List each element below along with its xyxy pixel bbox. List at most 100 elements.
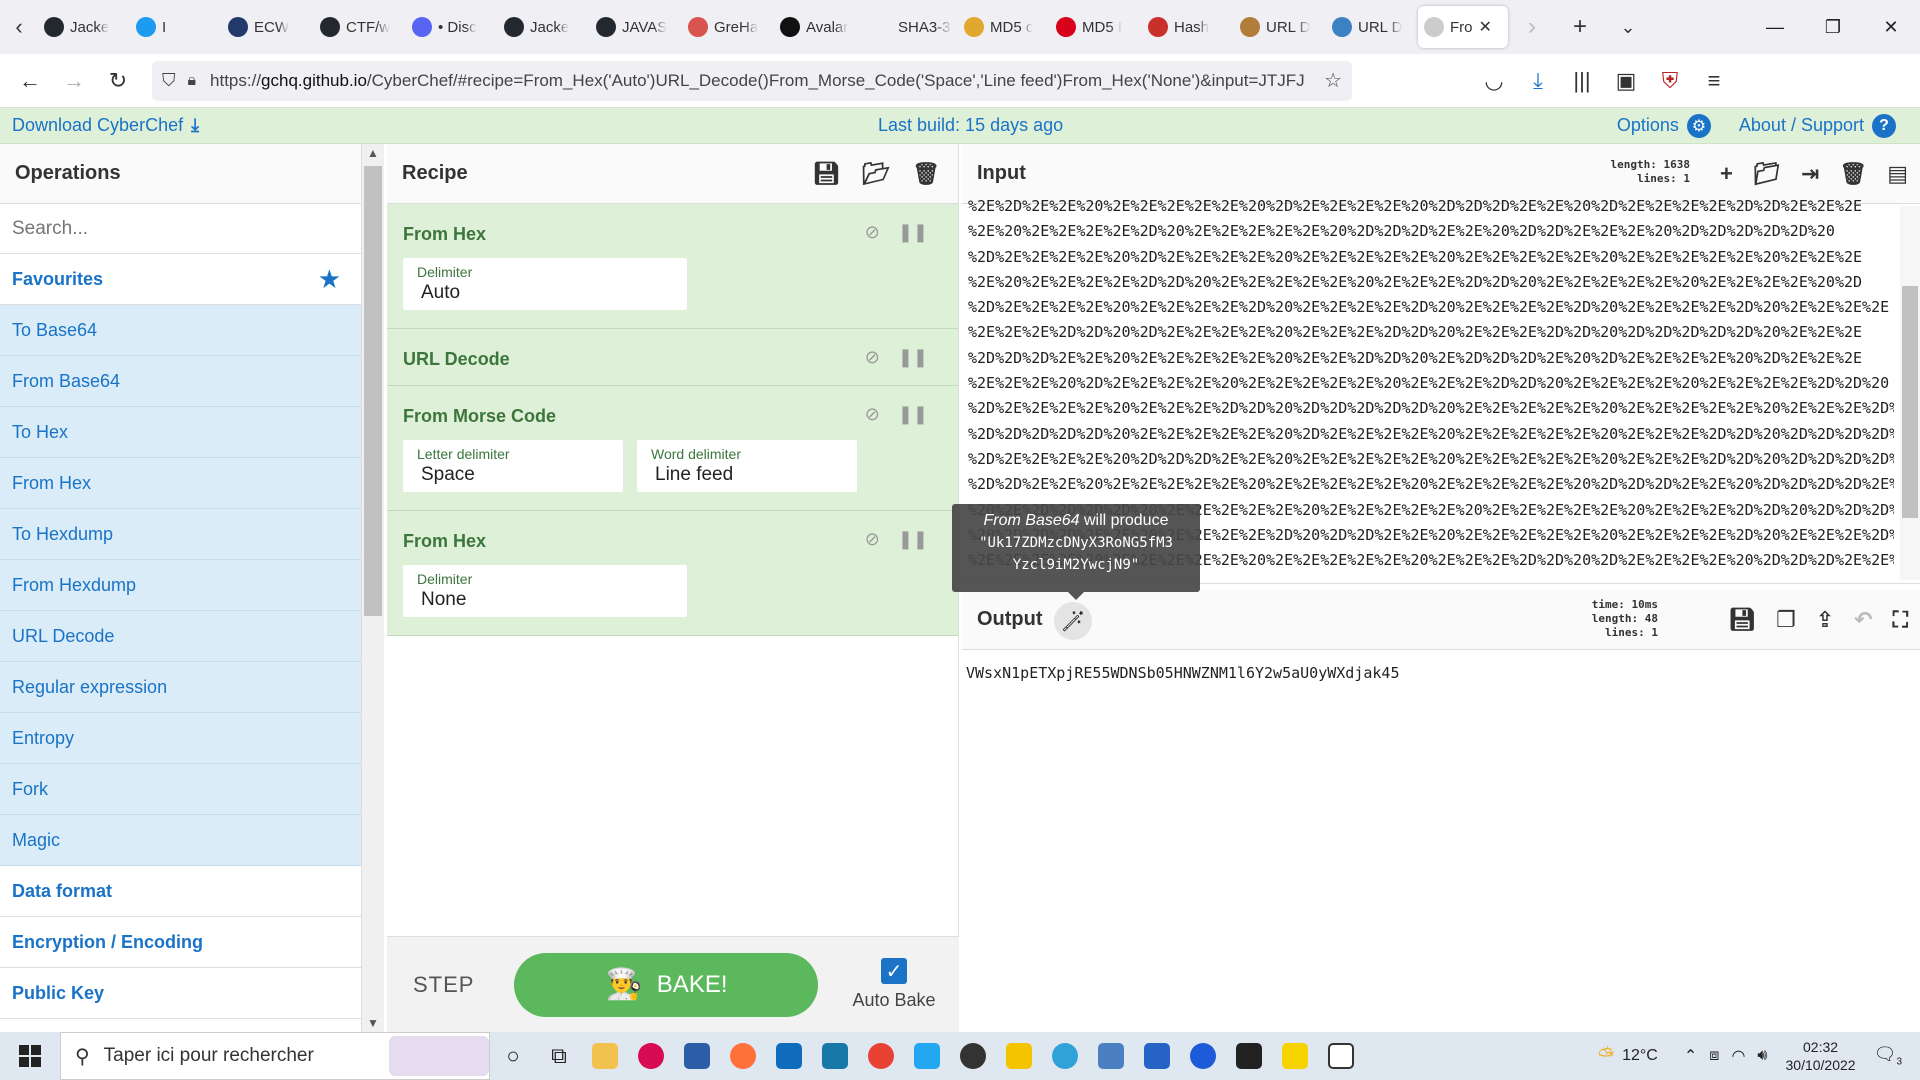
options-link[interactable]: Options bbox=[1617, 115, 1679, 136]
operation-arg-field[interactable]: Word delimiter Line feed bbox=[637, 440, 857, 492]
recipe-operation[interactable]: URL Decode ⊘ ❚❚ bbox=[387, 329, 958, 386]
download-cyberchef-link[interactable]: Download CyberChef ⤓ bbox=[12, 115, 199, 136]
browser-tab[interactable]: MD5 c bbox=[958, 6, 1050, 48]
browser-tab[interactable]: Avalar bbox=[774, 6, 866, 48]
browser-tab[interactable]: Hash bbox=[1142, 6, 1234, 48]
network-icon[interactable]: ⧈ bbox=[1709, 1047, 1719, 1065]
disable-operation-icon[interactable]: ⊘ bbox=[865, 404, 880, 425]
operation-item[interactable]: To Hex bbox=[0, 407, 361, 458]
weather-temp[interactable]: 12°C bbox=[1622, 1047, 1658, 1065]
linux-icon[interactable] bbox=[996, 1032, 1042, 1080]
output-text[interactable]: VWsxN1pETXpjRE55WDNSb05HNWZNM1l6Y2w5aU0y… bbox=[962, 650, 1920, 696]
operations-search-input[interactable] bbox=[0, 204, 361, 254]
checkbox-checked-icon[interactable]: ✓ bbox=[881, 958, 907, 984]
browser-tab[interactable]: I bbox=[130, 6, 222, 48]
scrollbar-thumb[interactable] bbox=[1902, 286, 1918, 518]
browser-tab[interactable]: Jacke bbox=[498, 6, 590, 48]
outlook-icon[interactable] bbox=[766, 1032, 812, 1080]
operation-item[interactable]: From Hex bbox=[0, 458, 361, 509]
breakpoint-icon[interactable]: ❚❚ bbox=[898, 222, 928, 243]
lock-icon[interactable]: 🔒︎ bbox=[188, 72, 197, 90]
chrome-icon[interactable] bbox=[858, 1032, 904, 1080]
tab-scroll-left-icon[interactable]: ‹ bbox=[0, 0, 38, 54]
browser-tab[interactable]: • Disc bbox=[406, 6, 498, 48]
operation-item[interactable]: URL Decode bbox=[0, 611, 361, 662]
remote-desktop-icon[interactable] bbox=[1134, 1032, 1180, 1080]
recipe-operation[interactable]: From Hex ⊘ ❚❚ Delimiter Auto bbox=[387, 204, 958, 329]
magic-wand-icon[interactable]: 🪄︎ bbox=[1054, 602, 1092, 640]
weather-icon[interactable]: ⛅︎ bbox=[1598, 1045, 1614, 1068]
wireshark-icon[interactable] bbox=[812, 1032, 858, 1080]
edge-icon[interactable] bbox=[1042, 1032, 1088, 1080]
about-support-link[interactable]: About / Support bbox=[1739, 115, 1864, 136]
operation-item[interactable]: From Hexdump bbox=[0, 560, 361, 611]
browser-tab[interactable]: URL D bbox=[1234, 6, 1326, 48]
extension-icon[interactable]: ⛨ bbox=[1648, 59, 1692, 103]
arg-value[interactable]: None bbox=[417, 587, 673, 611]
volume-icon[interactable]: 🔊︎ bbox=[1757, 1047, 1767, 1065]
pocket-icon[interactable]: ◡ bbox=[1472, 59, 1516, 103]
operation-item[interactable]: Magic bbox=[0, 815, 361, 866]
maximize-icon[interactable]: ⛶ bbox=[1893, 607, 1908, 633]
library-icon[interactable]: ||| bbox=[1560, 59, 1604, 103]
sidebar-icon[interactable]: ▣ bbox=[1604, 59, 1648, 103]
app-icon[interactable] bbox=[950, 1032, 996, 1080]
load-recipe-icon[interactable]: 📂︎ bbox=[862, 161, 890, 187]
arg-value[interactable]: Line feed bbox=[651, 462, 843, 486]
operation-item[interactable]: From Base64 bbox=[0, 356, 361, 407]
operation-category[interactable]: Encryption / Encoding bbox=[0, 917, 361, 968]
input-scrollbar[interactable] bbox=[1900, 206, 1920, 580]
add-tab-icon[interactable]: + bbox=[1720, 161, 1733, 187]
new-tab-button[interactable]: + bbox=[1556, 0, 1604, 54]
operation-item[interactable]: To Hexdump bbox=[0, 509, 361, 560]
arg-value[interactable]: Space bbox=[417, 462, 609, 486]
gear-icon[interactable]: ⚙ bbox=[1686, 113, 1711, 138]
arg-value[interactable]: Auto bbox=[417, 280, 673, 304]
help-icon[interactable]: ? bbox=[1872, 113, 1896, 138]
hex-editor-icon[interactable] bbox=[1088, 1032, 1134, 1080]
recipe-operation[interactable]: From Morse Code ⊘ ❚❚ Letter delimiter Space W… bbox=[387, 386, 958, 511]
address-bar[interactable]: ⛉ 🔒︎ https://gchq.github.io/CyberChef/#r… bbox=[152, 60, 1352, 101]
operation-category[interactable]: Public Key bbox=[0, 968, 361, 1019]
browser-tab[interactable]: CTF/w bbox=[314, 6, 406, 48]
clear-input-icon[interactable]: 🗑︎ bbox=[1839, 161, 1867, 187]
auto-bake-toggle[interactable]: ✓ Auto Bake bbox=[852, 958, 936, 1011]
downloads-icon[interactable]: ⤓ bbox=[1516, 59, 1560, 103]
browser-tab[interactable]: MD5 I bbox=[1050, 6, 1142, 48]
forward-icon[interactable]: → bbox=[52, 59, 96, 103]
category-favourites[interactable]: Favourites ★ bbox=[0, 254, 361, 305]
wifi-icon[interactable]: ◠ bbox=[1731, 1046, 1745, 1066]
url-text[interactable]: https://gchq.github.io/CyberChef/#recipe… bbox=[210, 71, 1324, 91]
clear-recipe-icon[interactable]: 🗑︎ bbox=[912, 161, 940, 187]
menu-icon[interactable]: ≡ bbox=[1692, 59, 1736, 103]
file-explorer-icon[interactable] bbox=[582, 1032, 628, 1080]
operation-item[interactable]: Entropy bbox=[0, 713, 361, 764]
disable-operation-icon[interactable]: ⊘ bbox=[865, 347, 880, 368]
undo-icon[interactable]: ↶ bbox=[1854, 607, 1872, 633]
bake-button[interactable]: 👨‍🍳︎ BAKE! bbox=[514, 952, 819, 1017]
powershell-icon[interactable] bbox=[674, 1032, 720, 1080]
operation-arg-field[interactable]: Delimiter None bbox=[403, 565, 687, 617]
notifications-icon[interactable]: 🗨︎3 bbox=[1874, 1044, 1902, 1068]
copy-output-icon[interactable]: ❐ bbox=[1776, 607, 1796, 633]
disable-operation-icon[interactable]: ⊘ bbox=[865, 529, 880, 550]
browser-tab[interactable]: URL D bbox=[1326, 6, 1418, 48]
open-file-icon[interactable]: ⇥ bbox=[1801, 161, 1819, 187]
breakpoint-icon[interactable]: ❚❚ bbox=[898, 529, 928, 550]
disable-operation-icon[interactable]: ⊘ bbox=[865, 222, 880, 243]
recipe-operation[interactable]: From Hex ⊘ ❚❚ Delimiter None bbox=[387, 511, 958, 636]
browser-tab[interactable]: ECW bbox=[222, 6, 314, 48]
step-button[interactable]: STEP bbox=[413, 972, 474, 998]
list-all-tabs-icon[interactable]: ⌄ bbox=[1604, 0, 1652, 54]
reset-layout-icon[interactable]: ▤ bbox=[1887, 161, 1908, 187]
tab-scroll-right-icon[interactable]: › bbox=[1508, 0, 1556, 54]
minimize-button[interactable]: — bbox=[1746, 0, 1804, 54]
windows-start-icon[interactable] bbox=[0, 1032, 60, 1080]
last-build-notice[interactable]: Last build: 15 days ago bbox=[878, 115, 1063, 136]
tracking-shield-icon[interactable]: ⛉ bbox=[162, 70, 176, 91]
back-icon[interactable]: ← bbox=[8, 59, 52, 103]
scrollbar-thumb[interactable] bbox=[364, 166, 382, 616]
scroll-up-icon[interactable]: ▲ bbox=[362, 146, 384, 160]
save-output-icon[interactable]: 💾︎ bbox=[1728, 607, 1756, 633]
operations-scrollbar[interactable]: ▲ ▼ bbox=[362, 144, 384, 1032]
